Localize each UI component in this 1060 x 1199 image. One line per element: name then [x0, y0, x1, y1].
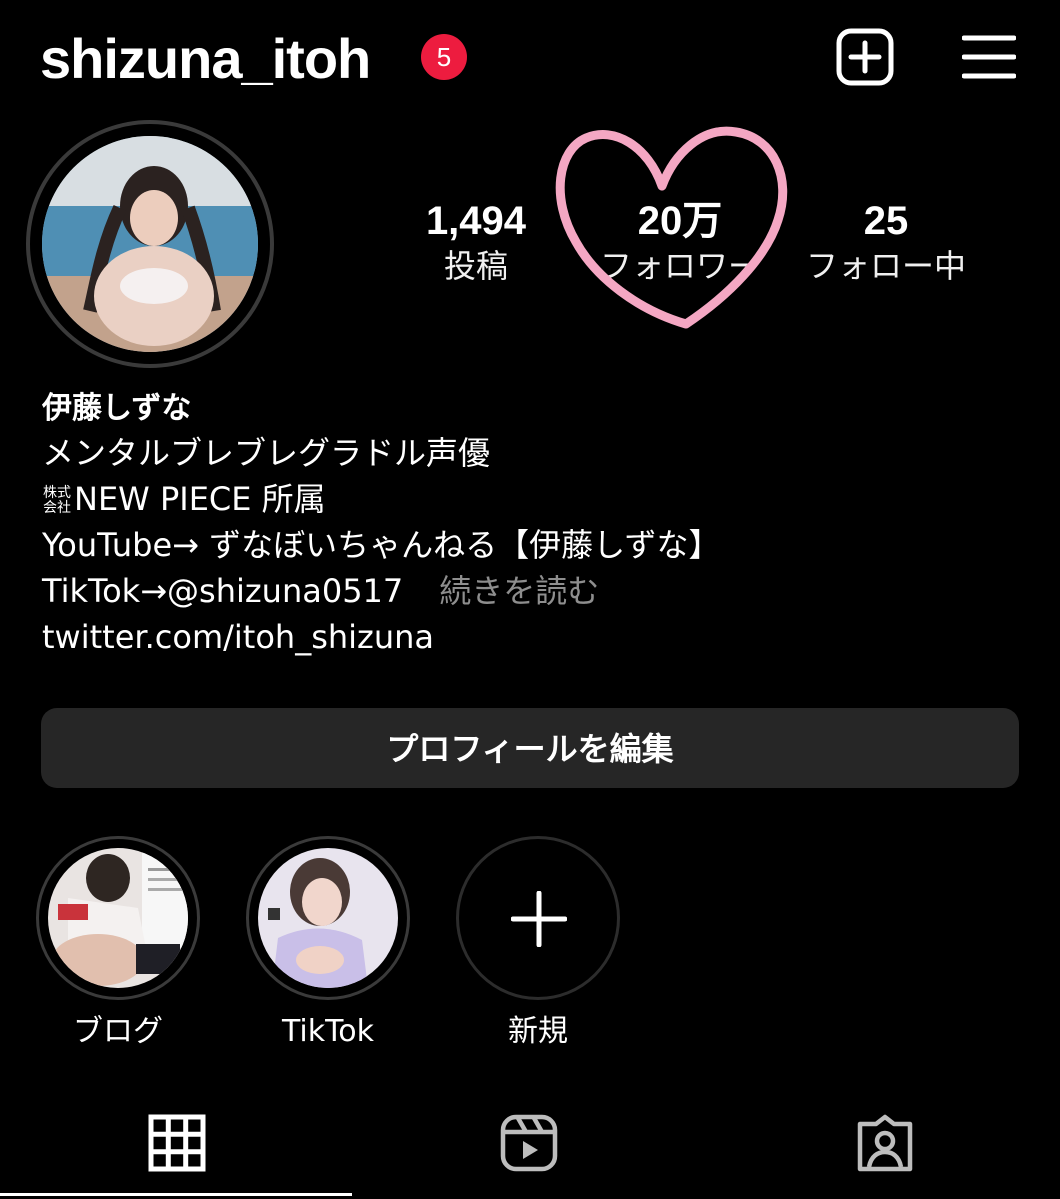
username[interactable]: shizuna_itoh: [40, 24, 371, 94]
highlight-cover: [258, 848, 398, 988]
following-count: 25: [863, 199, 909, 243]
bio: 伊藤しずな メンタルブレブレグラドル声優 株式 会社NEW PIECE 所属 Yo…: [42, 388, 1022, 660]
following-stat[interactable]: 25 フォロー中: [796, 198, 976, 288]
posts-count: 1,494: [425, 199, 527, 243]
kabushiki-kaisha-mark: 株式 会社: [43, 485, 71, 516]
plus-square-icon[interactable]: [836, 28, 894, 86]
highlight-ring: [456, 836, 620, 1000]
highlight-label: 新規: [508, 1014, 568, 1049]
bio-link[interactable]: twitter.com/itoh_shizuna: [42, 614, 1022, 660]
menu-icon[interactable]: [962, 34, 1016, 80]
read-more-link[interactable]: 続きを読む: [439, 572, 599, 610]
highlight-label: TikTok: [281, 1014, 375, 1049]
followers-stat[interactable]: 20万 フォロワー: [590, 198, 770, 288]
posts-stat[interactable]: 1,494 投稿: [386, 198, 566, 288]
profile-header: shizuna_itoh 5: [0, 0, 1060, 115]
following-label: フォロー中: [805, 247, 966, 285]
posts-label: 投稿: [443, 247, 508, 285]
bio-line-2: 株式 会社NEW PIECE 所属: [43, 480, 326, 518]
display-name: 伊藤しずな: [42, 391, 192, 426]
highlight-label: ブログ: [73, 1014, 163, 1049]
edit-profile-button[interactable]: プロフィールを編集: [41, 708, 1019, 788]
plus-icon: [511, 891, 567, 947]
grid-icon[interactable]: [148, 1114, 206, 1172]
avatar[interactable]: [42, 136, 258, 352]
bio-line-4: TikTok→@shizuna0517 続きを読む: [42, 572, 600, 610]
tagged-icon[interactable]: [856, 1114, 914, 1172]
highlight-cover: [48, 848, 188, 988]
highlight-blog[interactable]: ブログ: [36, 836, 200, 1052]
active-tab-indicator: [0, 1193, 352, 1196]
highlight-ring: [36, 836, 200, 1000]
bio-line-1: メンタルブレブレグラドル声優: [42, 434, 491, 472]
notification-badge[interactable]: 5: [421, 34, 467, 80]
followers-count: 20万: [637, 199, 723, 243]
highlight-ring: [246, 836, 410, 1000]
followers-label: フォロワー: [599, 247, 760, 285]
avatar-photo: [42, 136, 258, 352]
highlight-new[interactable]: 新規: [456, 836, 620, 1052]
highlight-tiktok[interactable]: TikTok: [246, 836, 410, 1052]
reels-icon[interactable]: [500, 1114, 558, 1172]
bio-line-3: YouTube→ ずなぼいちゃんねる【伊藤しずな】: [42, 526, 721, 564]
